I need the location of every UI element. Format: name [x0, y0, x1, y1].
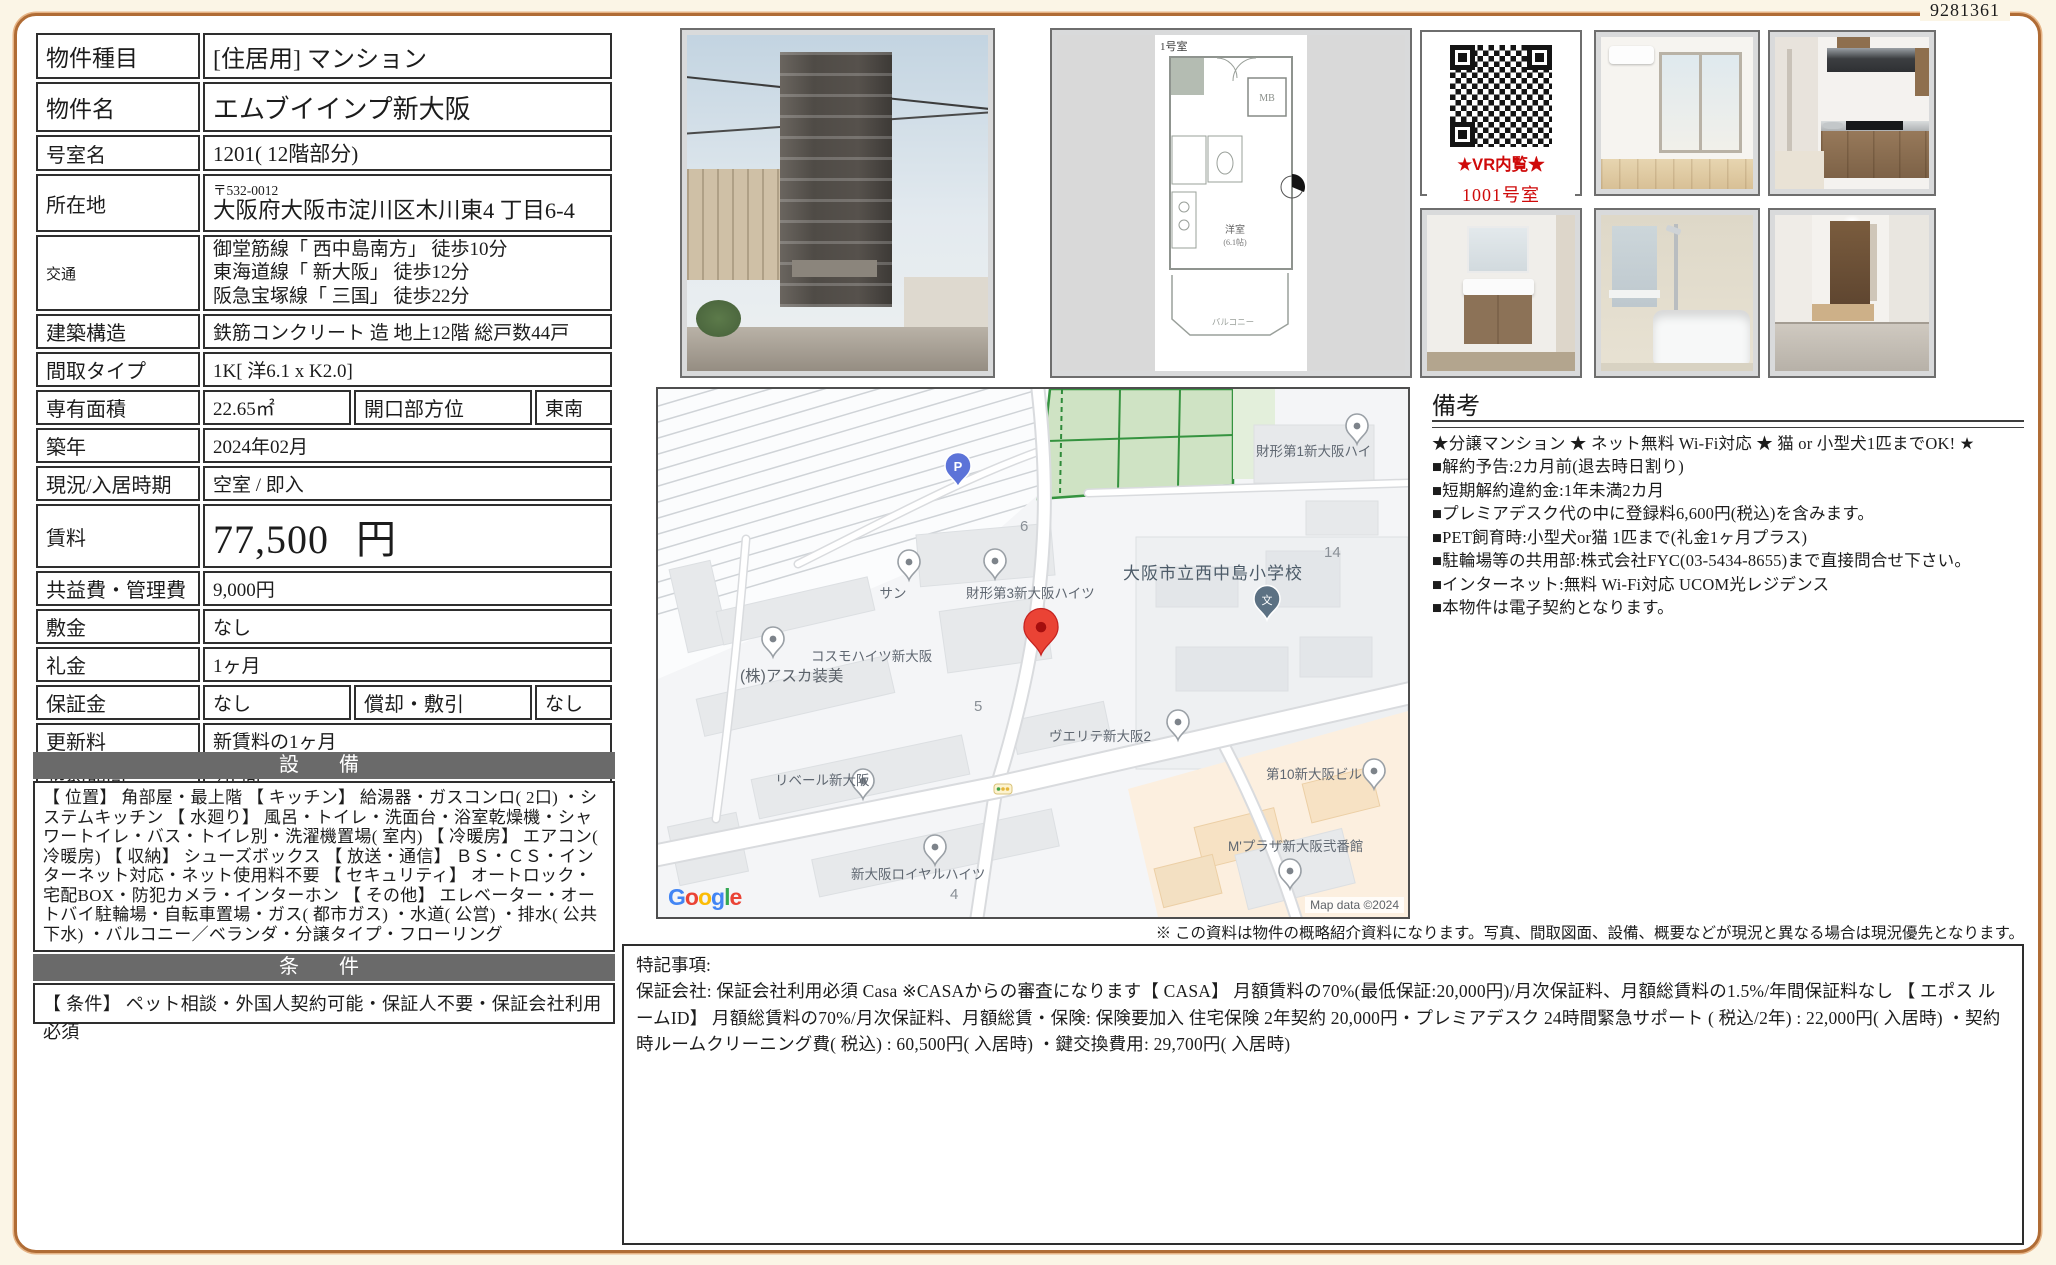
remarks-text: ★分譲マンション ★ ネット無料 Wi-Fi対応 ★ 猫 or 小型犬1匹までO…: [1432, 432, 2028, 619]
photo-floor-plan: 1号室 MB 洋室 (6.1帖): [1050, 28, 1412, 378]
floor-plan-drawing: 1号室 MB 洋室 (6.1帖): [1155, 35, 1307, 371]
vr-room-label: 1001号室: [1427, 181, 1575, 207]
map-label: 財形第3新大阪ハイツ: [966, 585, 1095, 601]
map-label: リベール新大阪: [775, 773, 870, 788]
spec-row-transit: 交通御堂筋線「 西中島南方」 徒歩10分 東海道線「 新大阪」 徒歩12分 阪急…: [36, 235, 612, 311]
address: 大阪府大阪市淀川区木川東4 丁目6-4: [213, 198, 606, 224]
map-label: 大阪市立西中島小学校: [1123, 564, 1303, 583]
photo-hallway: [1768, 208, 1936, 378]
spec-row-structure: 建築構造鉄筋コンクリート 造 地上12階 総戸数44戸: [36, 314, 612, 349]
svg-text:文: 文: [1262, 593, 1273, 607]
spec-row-guarantee: 保証金なし償却・敷引なし: [36, 685, 612, 720]
qr-code: [1450, 45, 1552, 147]
spec-row-area: 専有面積22.65㎡開口部方位東南: [36, 390, 612, 425]
spec-row-room-no: 号室名1201( 12階部分): [36, 135, 612, 171]
equipment-text: 【 位置】 角部屋・最上階 【 キッチン】 給湯器・ガスコンロ( 2口) ・シス…: [33, 781, 615, 952]
floor-plan-size-label: (6.1帖): [1223, 237, 1247, 247]
spec-row-deposit: 敷金なし: [36, 609, 612, 644]
spec-row-built: 築年2024年02月: [36, 428, 612, 463]
floor-plan-unit-label: 1号室: [1160, 39, 1188, 53]
special-notes-box: 特記事項: 保証会社: 保証会社利用必須 Casa ※CASAからの審査になりま…: [622, 944, 2024, 1245]
map-label: 4: [950, 886, 958, 903]
map-label: 財形第1新大阪ハイ: [1256, 443, 1371, 459]
map-label: サン: [880, 586, 907, 601]
map-label: 6: [1020, 518, 1028, 535]
spec-row-address: 所在地 〒532-0012大阪府大阪市淀川区木川東4 丁目6-4: [36, 174, 612, 232]
disclaimer-note: ※ この資料は物件の概略紹介資料になります。写真、間取図面、設備、概要などが現況…: [622, 921, 2024, 943]
photo-living-room: [1594, 30, 1760, 196]
map-attribution: Map data ©2024: [1305, 897, 1404, 913]
remarks-title: 備考: [1432, 386, 1480, 421]
photo-building-exterior: [680, 28, 995, 378]
equipment-header: 設 備: [33, 752, 615, 779]
map-label: 14: [1324, 544, 1341, 561]
far-door: [1830, 221, 1870, 304]
document-number: 9281361: [1920, 0, 2010, 21]
svg-text:P: P: [954, 459, 963, 474]
map-label: ヴエリテ新大阪2: [1049, 728, 1151, 744]
range-hood: [1827, 48, 1922, 72]
conditions-header: 条 件: [33, 954, 615, 981]
map-label: 第10新大阪ビル: [1266, 766, 1362, 782]
property-spec-table: 物件種目[住居用] マンション 物件名エムブイインプ新大阪 号室名1201( 1…: [33, 30, 615, 875]
floor-plan-balcony-label: バルコニー: [1212, 317, 1254, 327]
traffic-light-icon: [994, 784, 1012, 794]
postal-code: 〒532-0012: [213, 183, 606, 198]
cooktop: [1846, 121, 1903, 130]
floor-plan-mb-label: MB: [1259, 93, 1275, 104]
conditions-text: 【 条件】 ペット相談・外国人契約可能・保証人不要・保証会社利用必須: [33, 983, 615, 1024]
special-notes-title: 特記事項:: [636, 952, 2010, 978]
photo-kitchen: [1768, 30, 1936, 196]
spec-row-status: 現況/入居時期空室 / 即入: [36, 466, 612, 501]
photo-washbasin: [1420, 208, 1582, 378]
sink: [1823, 122, 1843, 129]
bathtub: [1653, 310, 1750, 365]
aircon: [1609, 46, 1655, 64]
google-logo: Google: [668, 884, 741, 911]
photo-bathroom: [1594, 208, 1760, 378]
spec-row-fees: 共益費・管理費9,000円: [36, 571, 612, 606]
map-label: 5: [974, 698, 982, 715]
map-label: M'プラザ新大阪弐番館: [1228, 839, 1363, 854]
property-datasheet: 9281361 物件種目[住居用] マンション 物件名エムブイインプ新大阪 号室…: [0, 0, 2056, 1265]
special-notes-body: 保証会社: 保証会社利用必須 Casa ※CASAからの審査になります【 CAS…: [636, 978, 2010, 1057]
map-label: (株)アスカ装美: [740, 667, 843, 685]
remarks-divider: [1432, 420, 2024, 428]
spec-row-rent: 賃料77,500 円: [36, 504, 612, 568]
spec-row-key-money: 礼金1ヶ月: [36, 647, 612, 682]
location-map: P 文 財形第1新大阪ハイ 6 サン 財形第3新大阪ハ: [656, 387, 1410, 919]
map-label: 新大阪ロイヤルハイツ: [851, 867, 985, 882]
spec-row-name: 物件名エムブイインプ新大阪: [36, 82, 612, 132]
compass-icon: [1292, 174, 1305, 192]
mirror: [1467, 226, 1529, 273]
photo-qr-vr-panel: ★VR内覧★ 1001号室: [1420, 30, 1582, 196]
spec-row-layout: 間取タイプ1K[ 洋6.1 x K2.0]: [36, 352, 612, 387]
vr-tour-label: ★VR内覧★: [1427, 151, 1575, 175]
floor-plan-room-label: 洋室: [1225, 223, 1245, 236]
spec-row-type: 物件種目[住居用] マンション: [36, 33, 612, 79]
shower-bar: [1674, 224, 1678, 311]
map-label: コスモハイツ新大阪: [811, 649, 933, 664]
